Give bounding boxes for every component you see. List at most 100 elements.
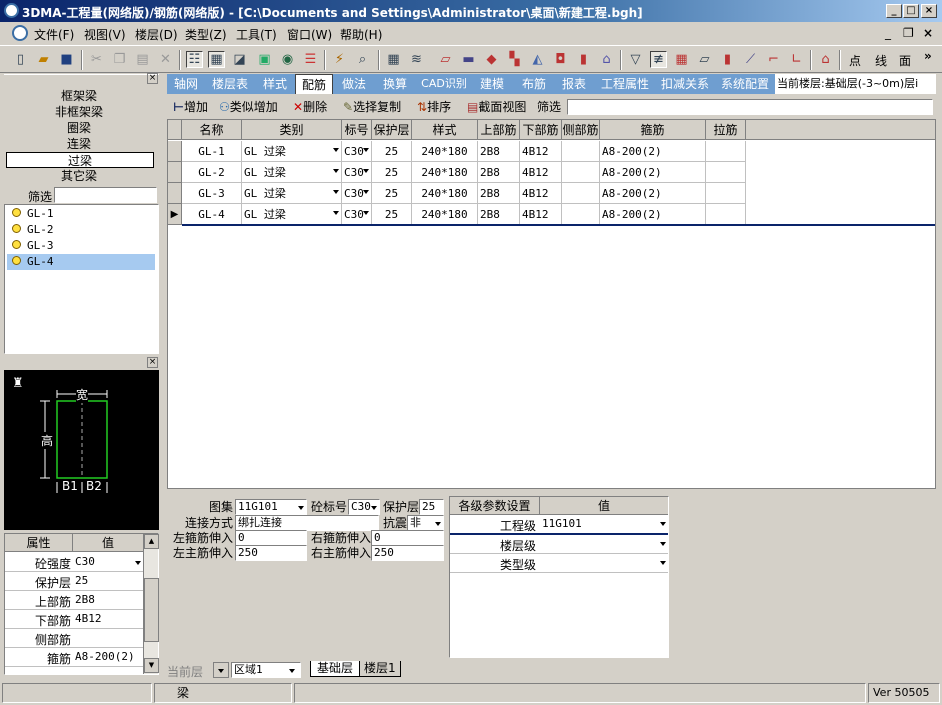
select-copy-button[interactable]: ✎选择复制 [343,98,401,116]
toolbar-overflow-button[interactable]: » [924,49,932,63]
dropdown-arrow-icon[interactable] [333,211,339,215]
sheet-tab-floor1[interactable]: 楼层1 [359,661,401,677]
magic-wand-icon[interactable]: ⚡ [331,51,348,68]
col-header-stirrup[interactable]: 箍筋 [600,120,706,140]
dropdown-arrow-icon[interactable] [135,561,141,565]
prop-value[interactable]: 2B8 [75,593,95,606]
add-button[interactable]: ⊢增加 [173,98,208,116]
menu-floor[interactable]: 楼层(D) [135,26,178,43]
diagram-close-button[interactable]: × [147,357,158,368]
dropdown-arrow-icon[interactable] [660,522,666,526]
category-ring-beam[interactable]: 圈梁 [4,120,154,136]
tree-view-icon[interactable]: ☷ [186,51,203,68]
cell-cover[interactable]: 25 [372,204,412,225]
column-icon[interactable]: ▮ [575,51,592,68]
tab-reinforcement[interactable]: 配筋 [295,74,333,94]
tab-conversion[interactable]: 换算 [377,74,413,94]
level-row[interactable]: 工程级 11G101 [450,515,668,535]
prop-row[interactable]: 上部筋 2B8 [5,591,143,610]
cut-icon[interactable]: ✂ [88,51,105,68]
cell-grade[interactable]: C30 [342,162,372,183]
tab-modeling[interactable]: 建模 [475,74,509,94]
filter-icon[interactable]: ▽ [627,51,644,68]
find-icon[interactable]: ⌕ [354,51,371,68]
cell-stirrup[interactable]: A8-200(2) [600,183,706,204]
cell-tie[interactable] [706,162,746,183]
dropdown-arrow-icon[interactable] [298,506,304,510]
prop-row[interactable]: 保护层 25 [5,572,143,591]
mdi-restore-button[interactable]: ❐ [903,26,914,40]
right-stirrup-input[interactable]: 0 [371,530,444,546]
floor-dropdown-button[interactable] [213,662,229,678]
wall-icon[interactable]: ▱ [437,51,454,68]
mdi-minimize-button[interactable]: _ [885,26,891,40]
prop-value[interactable]: C30 [75,555,95,568]
cell-type[interactable]: GL 过梁 [242,183,342,204]
pile-icon[interactable]: ⌂ [598,51,615,68]
atlas-select[interactable]: 11G101 [235,499,307,515]
cell-top[interactable]: 2B8 [478,141,520,162]
dropdown-arrow-icon[interactable] [289,669,295,673]
category-other-beam[interactable]: 其它梁 [4,168,154,184]
col-header-side-bar[interactable]: 侧部筋 [562,120,600,140]
brick-icon[interactable]: ▦ [673,51,690,68]
cell-bottom[interactable]: 4B12 [520,162,562,183]
sort-button[interactable]: ⇅排序 [417,98,451,116]
col-header-grade[interactable]: 标号 [342,120,372,140]
similar-add-button[interactable]: ⚇类似增加 [219,98,278,116]
cell-name[interactable]: GL-4 [182,204,242,225]
scroll-thumb[interactable] [144,578,159,642]
cell-grade[interactable]: C30 [342,141,372,162]
menu-file[interactable]: 文件(F) [34,26,74,43]
dropdown-arrow-icon[interactable] [363,190,369,194]
corner-icon[interactable]: ⌐ [765,51,782,68]
dropdown-arrow-icon[interactable] [363,169,369,173]
dropdown-arrow-icon[interactable] [660,542,666,546]
foundation-icon[interactable]: ◘ [552,51,569,68]
list-item[interactable]: GL-3 [7,238,155,254]
tab-place-rebar[interactable]: 布筋 [517,74,551,94]
roof-icon[interactable]: ◭ [529,51,546,68]
prop-row[interactable]: 下部筋 4B12 [5,610,143,629]
dropdown-arrow-icon[interactable] [363,148,369,152]
slab-icon[interactable]: ▬ [460,51,477,68]
dropdown-arrow-icon[interactable] [333,190,339,194]
cell-side[interactable] [562,162,600,183]
right-main-input[interactable]: 250 [371,545,444,561]
save-icon[interactable]: ■ [58,51,75,68]
list-item[interactable]: GL-2 [7,222,155,238]
category-link-beam[interactable]: 连梁 [4,136,154,152]
prop-value[interactable]: 25 [75,574,88,587]
sheet-tab-foundation[interactable]: 基础层 [310,661,361,677]
tab-system-config[interactable]: 系统配置 [717,74,773,94]
prop-row[interactable]: 箍筋 A8-200(2) [5,648,143,667]
new-file-icon[interactable]: ▯ [12,51,29,68]
tab-style[interactable]: 样式 [257,74,293,94]
prop-value[interactable]: 4B12 [75,612,102,625]
angle-icon[interactable]: ∟ [788,51,805,68]
cell-cover[interactable]: 25 [372,183,412,204]
left-stirrup-input[interactable]: 0 [235,530,307,546]
eye-icon[interactable]: ◉ [279,51,296,68]
grid-icon[interactable]: ▦ [385,51,402,68]
cell-tie[interactable] [706,183,746,204]
minimize-button[interactable]: _ [886,4,902,18]
close-button[interactable]: × [921,4,937,18]
tab-axis-grid[interactable]: 轴网 [169,74,203,94]
cell-tie[interactable] [706,141,746,162]
area-button[interactable]: 面 [899,52,911,69]
filter-input[interactable] [54,187,157,203]
mdi-close-button[interactable]: × [923,26,933,40]
stair-icon[interactable]: ▚ [506,51,523,68]
scroll-down-icon[interactable]: ▼ [144,658,159,673]
door-icon[interactable]: ▮ [719,51,736,68]
tab-deduction[interactable]: 扣减关系 [657,74,713,94]
copy-icon[interactable]: ❐ [111,51,128,68]
cell-top[interactable]: 2B8 [478,183,520,204]
left-main-input[interactable]: 250 [235,545,307,561]
dropdown-arrow-icon[interactable] [435,522,441,526]
cell-name[interactable]: GL-1 [182,141,242,162]
maximize-button[interactable]: □ [903,4,919,18]
cell-name[interactable]: GL-3 [182,183,242,204]
category-non-frame-beam[interactable]: 非框架梁 [4,104,154,120]
